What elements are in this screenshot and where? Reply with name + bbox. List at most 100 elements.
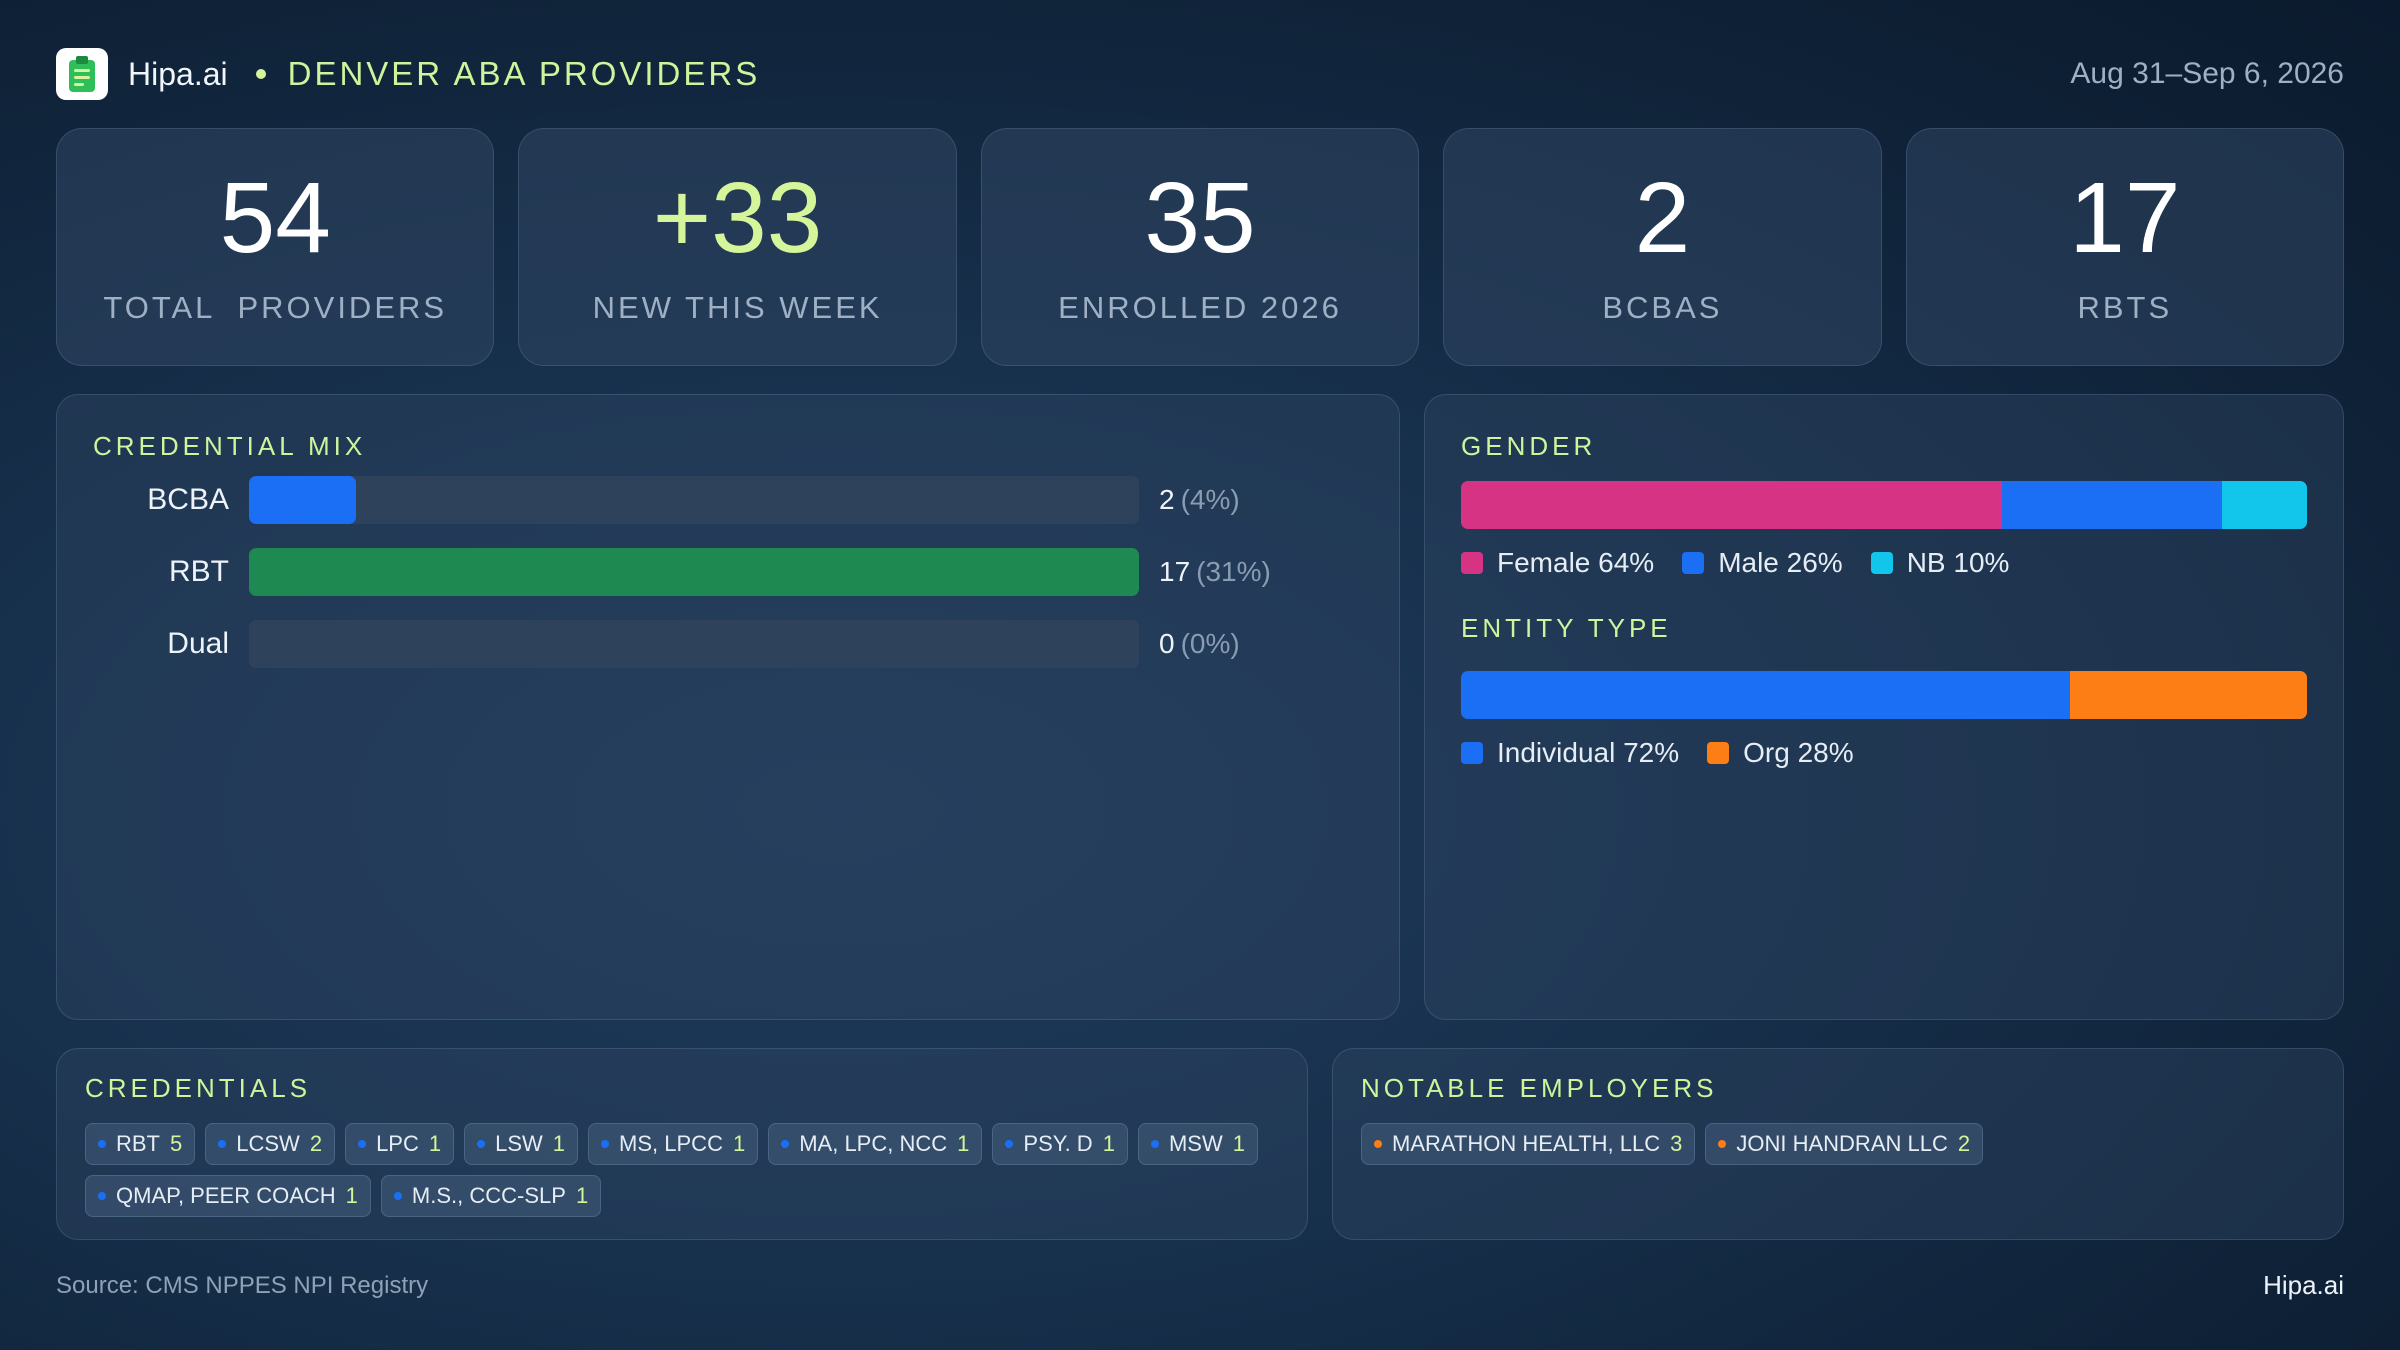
chip-dot xyxy=(98,1140,106,1148)
mix-bar-track xyxy=(249,620,1139,668)
stat-card-bcbas: 2 BCBAS xyxy=(1443,128,1882,366)
page-title: DENVER ABA PROVIDERS xyxy=(287,55,761,92)
chip[interactable]: PSY. D 1 xyxy=(992,1123,1128,1165)
legend-item: Male 26% xyxy=(1682,547,1843,579)
chip-dot xyxy=(1718,1140,1727,1148)
stacked-bar-segment xyxy=(1461,481,2003,529)
chip-count: 2 xyxy=(1957,1131,1971,1156)
stat-cards: 54 TOTAL PROVIDERS +33 NEW THIS WEEK 35 … xyxy=(56,128,2345,366)
mix-value: 0 (0%) xyxy=(1159,628,1240,659)
mix-label: RBT xyxy=(169,555,229,588)
chip-label: M.S., CCC-SLP xyxy=(411,1183,566,1208)
chip-label: MARATHON HEALTH, LLC xyxy=(1392,1131,1661,1156)
chip[interactable]: LSW 1 xyxy=(464,1123,579,1165)
mix-label: BCBA xyxy=(147,483,229,516)
stat-value: 35 xyxy=(1144,162,1256,274)
chip-label: LCSW xyxy=(236,1131,300,1156)
entity-type-legend: Individual 72% Org 28% xyxy=(1461,737,1854,769)
legend-item: Female 64% xyxy=(1461,547,1654,579)
chip-label: LSW xyxy=(495,1131,543,1156)
stat-card-rbts: 17 RBTS xyxy=(1905,128,2345,366)
stat-card-total-providers: 54 TOTAL PROVIDERS xyxy=(56,128,495,366)
chip-label: LPC xyxy=(376,1131,419,1156)
legend-swatch xyxy=(1870,552,1893,574)
stacked-bar-segment xyxy=(2222,481,2307,529)
chip-count: 3 xyxy=(1670,1131,1683,1156)
gender-title: GENDER xyxy=(1461,431,1597,461)
mix-label: Dual xyxy=(167,627,229,660)
chip-dot xyxy=(477,1140,486,1148)
mix-row-dual: Dual 0 (0%) xyxy=(93,619,1240,669)
chip-dot xyxy=(781,1140,790,1148)
mix-value: 17 (31%) xyxy=(1159,556,1271,587)
legend-label: NB 10% xyxy=(1906,547,2010,578)
legend-item: Individual 72% xyxy=(1461,737,1679,769)
panel-title: CREDENTIALS xyxy=(85,1073,312,1103)
chip-dot xyxy=(1150,1140,1159,1148)
legend-label: Individual 72% xyxy=(1497,737,1680,768)
legend-label: Male 26% xyxy=(1718,547,1843,578)
chip-count: 1 xyxy=(1232,1131,1245,1156)
legend-swatch xyxy=(1461,552,1483,574)
chip-label: MSW xyxy=(1168,1131,1223,1156)
stacked-bar-segment xyxy=(2070,671,2307,719)
credential-chips: RBT 5 LCSW 2 LPC 1 LSW 1 MS, LPCC 1 MA, LPC, NCC 1 P… xyxy=(85,1123,1283,1217)
mix-row-bcba: BCBA 2 (4%) xyxy=(93,475,1240,525)
chip[interactable]: MSW 1 xyxy=(1137,1123,1258,1165)
gender-stacked-bar xyxy=(1461,481,2307,529)
chip[interactable]: RBT 5 xyxy=(85,1123,196,1165)
separator-dot xyxy=(255,69,266,79)
panel-title: NOTABLE EMPLOYERS xyxy=(1361,1073,1718,1103)
chip-count: 1 xyxy=(732,1131,746,1156)
stat-label: NEW THIS WEEK xyxy=(592,290,883,325)
chip-label: PSY. D xyxy=(1023,1131,1093,1156)
chip-dot xyxy=(601,1140,610,1148)
mix-bar-fill xyxy=(249,476,356,524)
employer-chips: MARATHON HEALTH, LLC 3 JONI HANDRAN LLC 2 xyxy=(1361,1123,2319,1165)
demographics-panel: GENDER Female 64% Male 26% NB 10% ENTITY T… xyxy=(1424,394,2344,1020)
chip[interactable]: MA, LPC, NCC 1 xyxy=(768,1123,983,1165)
stat-value: 17 xyxy=(2069,162,2181,274)
mix-row-rbt: RBT 17 (31%) xyxy=(93,547,1271,597)
mix-bar-track xyxy=(249,548,1139,596)
chip[interactable]: M.S., CCC-SLP 1 xyxy=(380,1175,602,1217)
credentials-panel: CREDENTIALS RBT 5 LCSW 2 LPC 1 LSW 1 MS, LPCC 1 MA… xyxy=(56,1048,1308,1240)
date-range: Aug 31–Sep 6, 2026 xyxy=(2070,57,2344,90)
stat-value: +33 xyxy=(652,162,823,274)
stat-card-enrolled-2026: 35 ENROLLED 2026 xyxy=(980,128,1420,366)
chip[interactable]: MARATHON HEALTH, LLC 3 xyxy=(1361,1123,1696,1165)
stacked-bar-segment xyxy=(2002,481,2223,529)
chip[interactable]: LCSW 2 xyxy=(205,1123,336,1165)
chip[interactable]: QMAP, PEER COACH 1 xyxy=(85,1175,371,1217)
chip-count: 1 xyxy=(957,1131,970,1156)
stat-value: 54 xyxy=(219,162,331,274)
stat-card-new-this-week: +33 NEW THIS WEEK xyxy=(518,128,957,366)
chip-label: QMAP, PEER COACH xyxy=(116,1183,336,1208)
header: Hipa.ai DENVER ABA PROVIDERS Aug 31–Sep … xyxy=(56,46,2344,102)
chip-label: RBT xyxy=(116,1131,160,1156)
chip-count: 1 xyxy=(552,1131,566,1156)
chip-count: 1 xyxy=(575,1183,589,1208)
legend-swatch xyxy=(1707,742,1730,764)
chip-count: 1 xyxy=(1102,1131,1115,1156)
source-note: Source: CMS NPPES NPI Registry xyxy=(56,1272,429,1299)
chip[interactable]: LPC 1 xyxy=(345,1123,455,1165)
stat-label: TOTAL PROVIDERS xyxy=(103,290,448,325)
stat-value: 2 xyxy=(1634,162,1691,274)
entity-type-stacked-bar xyxy=(1461,671,2307,719)
chip[interactable]: MS, LPCC 1 xyxy=(588,1123,759,1165)
gender-legend: Female 64% Male 26% NB 10% xyxy=(1461,547,2009,579)
brand-name: Hipa.ai xyxy=(128,55,228,92)
chip-count: 5 xyxy=(170,1131,183,1156)
chip-dot xyxy=(393,1192,402,1200)
chip-label: MS, LPCC xyxy=(619,1131,723,1156)
chip[interactable]: JONI HANDRAN LLC 2 xyxy=(1705,1123,1984,1165)
chip-dot xyxy=(1374,1140,1382,1148)
mix-value: 2 (4%) xyxy=(1159,484,1240,515)
app-logo[interactable] xyxy=(56,48,108,100)
stat-label: BCBAS xyxy=(1602,290,1723,325)
clipboard-icon xyxy=(69,56,95,92)
legend-label: Org 28% xyxy=(1743,737,1854,768)
footer-brand: Hipa.ai xyxy=(2263,1270,2344,1300)
legend-label: Female 64% xyxy=(1497,547,1655,578)
